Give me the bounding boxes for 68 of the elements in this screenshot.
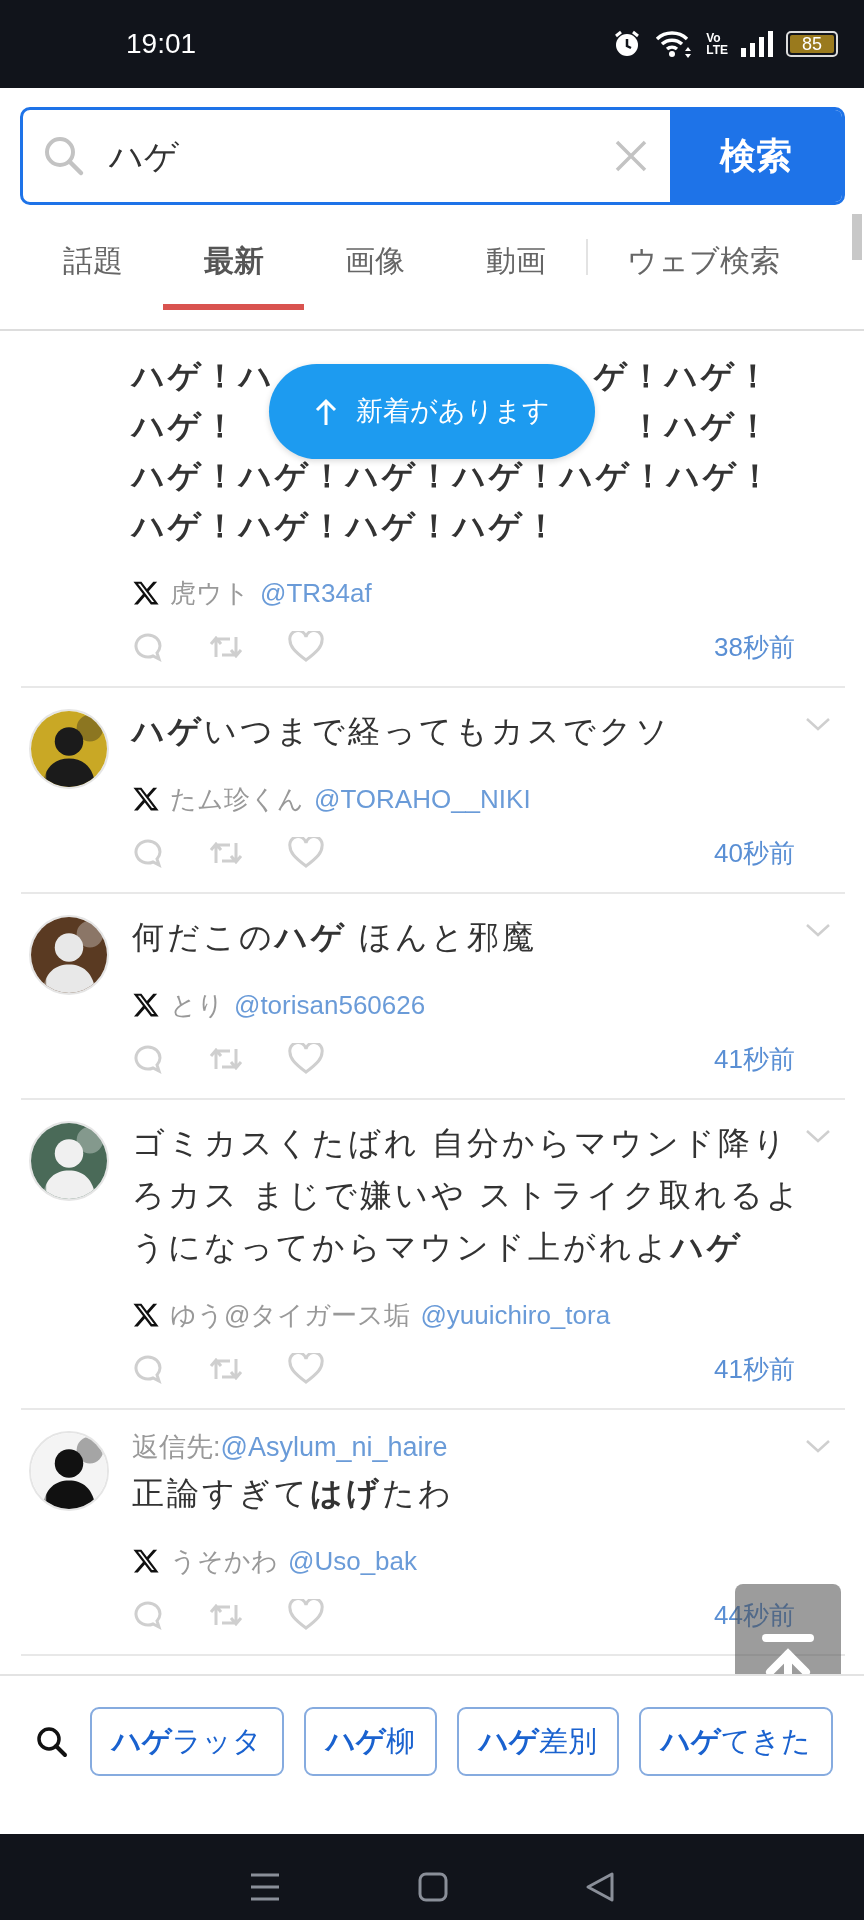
author-name: ゆう@タイガース垢 xyxy=(170,1298,411,1332)
author-handle[interactable]: @TORAHO__NIKI xyxy=(314,779,531,819)
tab[interactable]: 話題 xyxy=(22,205,163,310)
post-text: ハゲ！ハゲ！ハゲ！ハゲ！ハゲ！ハゲ！ xyxy=(132,458,774,494)
post-text: ろカス まじで嫌いや ストライク取れるよ xyxy=(132,1177,802,1213)
post-text: ハゲ！ハゲ！ハゲ！ハゲ！ xyxy=(132,508,560,544)
heart-icon[interactable] xyxy=(288,631,324,663)
author-handle[interactable]: @yuuichiro_tora xyxy=(420,1295,611,1335)
reply-icon[interactable] xyxy=(132,837,164,869)
post-text: 正論すぎてはげたわ xyxy=(132,1475,454,1511)
author-name: うそかわ xyxy=(170,1544,278,1578)
suggestion-chip[interactable]: ハゲてきた xyxy=(639,1707,833,1776)
author-name: とり xyxy=(170,988,224,1022)
suggestion-chip[interactable]: ハゲ差別 xyxy=(457,1707,619,1776)
post-text: ハゲいつまで経ってもカスでクソ xyxy=(132,713,671,749)
battery-percent: 85 xyxy=(802,35,822,53)
chevron-down-icon[interactable] xyxy=(805,715,831,732)
post-text: 何だこのハゲ ほんと邪魔 xyxy=(132,919,537,955)
author-handle[interactable]: @TR34af xyxy=(260,573,372,613)
author-name: たム珍くん xyxy=(170,782,304,816)
menu-icon[interactable] xyxy=(248,1871,281,1902)
chevron-down-icon[interactable] xyxy=(805,1127,831,1144)
heart-icon[interactable] xyxy=(288,1043,324,1075)
tab[interactable]: 動画 xyxy=(445,205,586,310)
post-time: 38秒前 xyxy=(714,630,796,664)
chevron-down-icon[interactable] xyxy=(805,1437,831,1454)
status-time: 19:01 xyxy=(126,27,197,61)
clear-icon[interactable] xyxy=(614,139,648,173)
logo-icon xyxy=(132,1547,160,1575)
home-icon[interactable] xyxy=(418,1871,448,1902)
arrow-up-icon xyxy=(314,396,338,427)
logo-icon xyxy=(132,1301,160,1329)
post-text: ゴミカスくたばれ 自分からマウンド降り xyxy=(132,1125,789,1161)
reply-icon[interactable] xyxy=(132,1599,164,1631)
post-time: 41秒前 xyxy=(714,1042,796,1076)
post-time: 40秒前 xyxy=(714,836,796,870)
network-label: LTE xyxy=(706,44,728,56)
author-handle[interactable]: @torisan560626 xyxy=(234,985,426,1025)
heart-icon[interactable] xyxy=(288,1599,324,1631)
post-time: 41秒前 xyxy=(714,1352,796,1386)
search-button[interactable]: 検索 xyxy=(670,110,842,202)
reply-handle[interactable]: @Asylum_ni_haire xyxy=(220,1432,448,1462)
reply-label: 返信先: xyxy=(132,1432,221,1462)
reply-icon[interactable] xyxy=(132,1353,164,1385)
suggestion-chip[interactable]: ハゲ柳 xyxy=(304,1707,437,1776)
signal-icon xyxy=(740,30,774,58)
chevron-down-icon[interactable] xyxy=(805,921,831,938)
logo-icon xyxy=(132,579,160,607)
reply-icon[interactable] xyxy=(132,631,164,663)
tab[interactable]: 画像 xyxy=(304,205,445,310)
tab[interactable]: 最新 xyxy=(163,205,304,310)
tab[interactable]: ウェブ検索 xyxy=(588,205,818,310)
logo-icon xyxy=(132,991,160,1019)
network-label: Vo xyxy=(706,32,722,44)
logo-icon xyxy=(132,785,160,813)
heart-icon[interactable] xyxy=(288,1353,324,1385)
post-text: ！ハゲ！ xyxy=(630,407,772,446)
author-handle[interactable]: @Uso_bak xyxy=(288,1541,417,1581)
post-text: うになってからマウンド上がれよハゲ xyxy=(132,1229,743,1265)
post-text: ゲ！ハゲ！ xyxy=(594,357,772,396)
suggestion-chip[interactable]: ハゲラッタ xyxy=(90,1707,284,1776)
back-icon[interactable] xyxy=(585,1870,616,1903)
reply-icon[interactable] xyxy=(132,1043,164,1075)
search-field[interactable]: ハゲ 検索 xyxy=(20,107,845,205)
author-name: 虎ウト xyxy=(170,576,250,610)
post-text: ハゲ！ xyxy=(132,407,239,446)
heart-icon[interactable] xyxy=(288,837,324,869)
scrollbar-thumb xyxy=(852,214,862,260)
